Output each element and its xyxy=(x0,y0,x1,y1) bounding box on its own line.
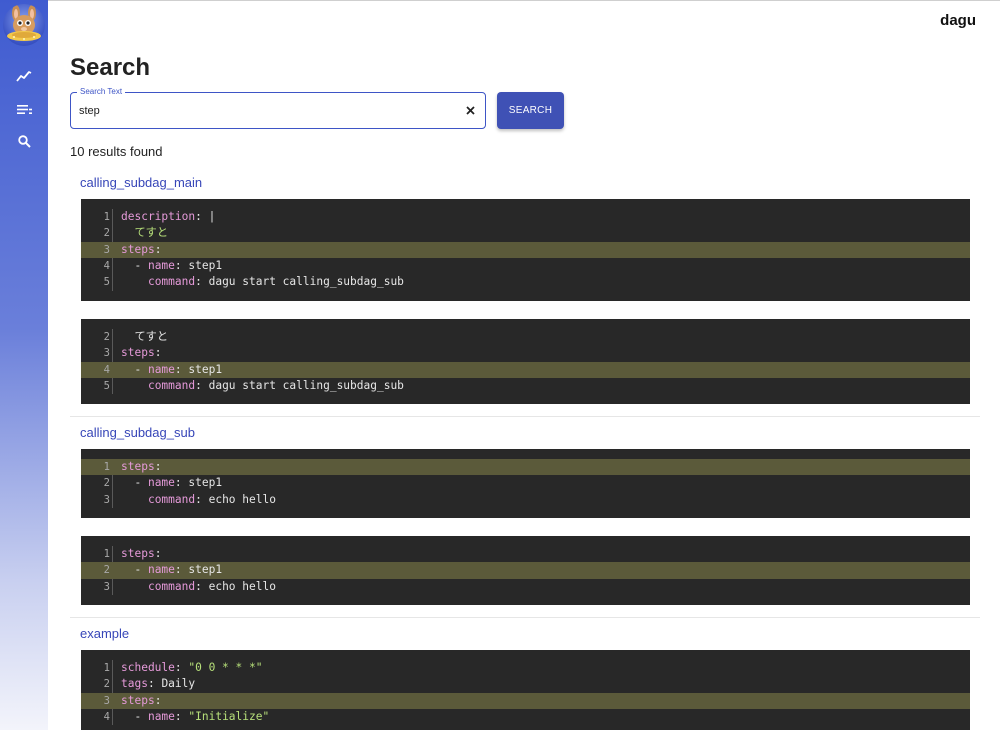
clear-search-button[interactable] xyxy=(463,103,477,117)
line-number: 2 xyxy=(103,678,110,691)
code-text: command: dagu start calling_subdag_sub xyxy=(147,378,404,392)
code-snippet: 1 schedule: "0 0 * * *" 2 tags: Daily 3 steps… xyxy=(81,650,970,730)
close-icon xyxy=(465,105,475,115)
result-count: 10 results found xyxy=(70,144,163,159)
dagu-logo[interactable] xyxy=(3,4,45,46)
code-line: 4 - name: step1 xyxy=(81,361,970,378)
line-number: 1 xyxy=(103,662,110,674)
code-text: command: dagu start calling_subdag_sub xyxy=(147,275,404,289)
code-text: steps: xyxy=(121,547,162,560)
result-dag-link[interactable]: calling_subdag_sub xyxy=(80,425,195,440)
code-text: - name: "Initialize" xyxy=(121,709,270,723)
code-line: 2 tags: Daily xyxy=(81,676,970,692)
code-text: steps: xyxy=(121,242,162,256)
line-number: 4 xyxy=(103,363,110,376)
nav-search[interactable] xyxy=(0,127,48,155)
code-snippet: 1 steps: 2 - name: step1 3 command: echo he… xyxy=(81,536,970,605)
line-number: 1 xyxy=(103,548,110,560)
code-line: 2 - name: step1 xyxy=(81,475,970,491)
code-line: 5 command: dagu start calling_subdag_sub xyxy=(81,378,970,394)
line-number: 3 xyxy=(103,694,110,707)
line-number: 5 xyxy=(103,276,110,289)
nav-dags-list[interactable] xyxy=(0,95,48,123)
code-line: 1 description: | xyxy=(81,209,970,225)
line-number: 2 xyxy=(103,331,110,343)
search-input[interactable] xyxy=(79,102,449,120)
code-line: 3 command: echo hello xyxy=(81,492,970,508)
code-text: - name: step1 xyxy=(121,362,223,376)
code-text: てすと xyxy=(134,330,169,343)
app-title: dagu xyxy=(940,12,976,29)
code-snippet: 2 てすと 3 steps: 4 - name: step1 5 command: da… xyxy=(81,319,970,405)
line-number: 2 xyxy=(103,477,110,490)
code-text: schedule: "0 0 * * *" xyxy=(121,661,263,674)
code-text: description: | xyxy=(121,210,216,223)
code-text: tags: Daily xyxy=(121,677,196,691)
code-line: 3 command: echo hello xyxy=(81,579,970,595)
code-line: 1 steps: xyxy=(81,546,970,562)
result-divider xyxy=(70,416,980,417)
result-dag-link[interactable]: example xyxy=(80,626,129,641)
code-line: 2 てすと xyxy=(81,329,970,345)
search-field-label: Search Text xyxy=(77,86,126,98)
code-line: 2 - name: step1 xyxy=(81,562,970,579)
code-text: - name: step1 xyxy=(121,476,223,490)
list-icon xyxy=(16,104,32,114)
code-line: 4 - name: "Initialize" xyxy=(81,709,970,725)
code-text: steps: xyxy=(121,346,162,360)
code-line: 3 steps: xyxy=(81,241,970,258)
line-number: 2 xyxy=(103,227,110,240)
chart-line-icon xyxy=(16,71,32,82)
code-line: 5 command: dagu start calling_subdag_sub xyxy=(81,274,970,290)
code-text: command: echo hello xyxy=(147,579,276,593)
code-text: - name: step1 xyxy=(121,563,223,577)
line-number: 4 xyxy=(103,710,110,723)
page-title: Search xyxy=(70,54,151,81)
code-text: てすと xyxy=(134,226,169,240)
code-line: 4 - name: step1 xyxy=(81,258,970,274)
search-button[interactable]: SEARCH xyxy=(497,92,564,129)
code-text: - name: step1 xyxy=(121,258,223,272)
search-icon xyxy=(17,134,31,148)
line-number: 1 xyxy=(103,461,110,473)
line-number: 5 xyxy=(103,379,110,392)
result-dag-link[interactable]: calling_subdag_main xyxy=(80,175,202,190)
sidebar xyxy=(0,0,48,730)
code-text: steps: xyxy=(121,460,162,473)
line-number: 1 xyxy=(103,211,110,223)
code-line: 2 てすと xyxy=(81,225,970,241)
line-number: 3 xyxy=(103,243,110,256)
code-line: 3 steps: xyxy=(81,692,970,709)
search-field[interactable]: Search Text xyxy=(70,86,486,129)
code-snippet: 1 steps: 2 - name: step1 3 command: echo he… xyxy=(81,449,970,518)
result-divider xyxy=(70,617,980,618)
code-line: 1 steps: xyxy=(81,459,970,476)
code-snippet: 1 description: | 2 てすと 3 steps: 4 - name: ste… xyxy=(81,199,970,301)
line-number: 3 xyxy=(103,493,110,506)
header-border xyxy=(48,0,1000,1)
line-number: 3 xyxy=(103,580,110,593)
line-number: 4 xyxy=(103,259,110,272)
code-text: steps: xyxy=(121,693,162,707)
line-number: 2 xyxy=(103,564,110,577)
code-line: 3 steps: xyxy=(81,345,970,361)
code-line: 1 schedule: "0 0 * * *" xyxy=(81,660,970,676)
line-number: 3 xyxy=(103,347,110,360)
code-text: command: echo hello xyxy=(147,492,276,506)
nav-dashboard[interactable] xyxy=(0,62,48,90)
